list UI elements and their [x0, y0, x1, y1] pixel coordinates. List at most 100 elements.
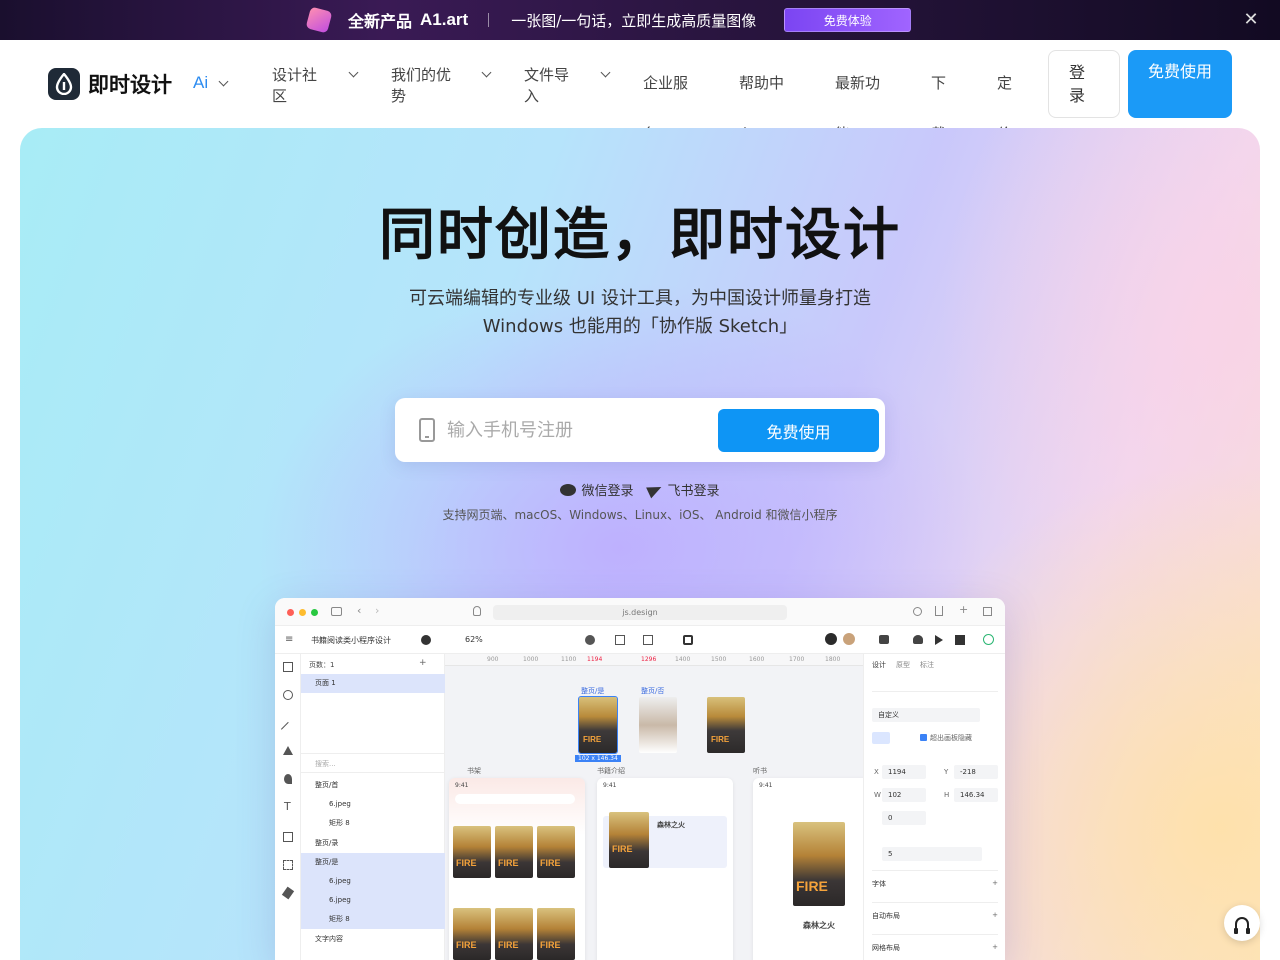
frame-tool-icon[interactable]: [283, 662, 293, 672]
frame-thumbnail[interactable]: FIRE: [707, 697, 745, 753]
tab-prototype[interactable]: 原型: [896, 660, 910, 670]
layer-row[interactable]: 矩形 8: [301, 910, 445, 929]
font-section[interactable]: 字体 +: [872, 870, 998, 889]
promo-try-button[interactable]: 免费体验: [784, 8, 912, 32]
height-input[interactable]: 146.34: [954, 788, 998, 802]
signup-button[interactable]: 免费使用: [1128, 50, 1232, 118]
project-name[interactable]: 书籍阅读类小程序设计: [311, 635, 391, 646]
cover-text: FIRE: [711, 735, 730, 744]
text-tool-icon[interactable]: T: [284, 800, 291, 813]
ellipse-tool-icon[interactable]: [283, 690, 293, 700]
cover-text: FIRE: [456, 858, 477, 868]
close-dot-icon: [287, 609, 294, 616]
align-toolbar[interactable]: [872, 682, 998, 692]
ruler-mark: 1296: [641, 656, 657, 663]
users-icon: [913, 635, 923, 644]
corner-radius-input[interactable]: 5: [882, 847, 982, 861]
login-button[interactable]: 登录: [1048, 50, 1120, 118]
feishu-login-link[interactable]: 飞书登录: [645, 480, 720, 499]
brush-tool-icon[interactable]: [281, 886, 295, 900]
layer-label: 6.jpeg: [329, 896, 351, 904]
ruler-mark: 1700: [789, 656, 805, 663]
triangle-tool-icon[interactable]: [283, 746, 293, 755]
image-tool-icon[interactable]: [283, 832, 293, 842]
layer-row[interactable]: 整页/首: [301, 776, 445, 795]
promo-title: 全新产品: [348, 12, 413, 31]
cover-text: FIRE: [540, 940, 561, 950]
paper-plane-icon: [645, 481, 664, 498]
promo-brand[interactable]: A1.art: [420, 10, 468, 30]
status-time: 9:41: [455, 782, 469, 789]
book-cover: FIRE: [537, 826, 575, 878]
section-title: 自动布局: [872, 912, 900, 920]
layers-panel: 页数：1 + 页面 1 搜索... 整页/首 6.jpeg 矩形 8 整页/录 …: [301, 654, 445, 960]
tab-annotate[interactable]: 标注: [920, 660, 934, 670]
logo-icon: [48, 68, 80, 100]
free-use-button[interactable]: 免费使用: [718, 409, 879, 452]
layer-row[interactable]: 整页/录: [301, 834, 445, 853]
portrait-icon[interactable]: [872, 732, 890, 744]
nav-item-advantages[interactable]: 我们的优势: [391, 65, 492, 107]
add-page-icon[interactable]: +: [419, 658, 427, 668]
y-input[interactable]: -218: [954, 765, 998, 779]
plus-icon[interactable]: +: [992, 911, 998, 919]
constraint-select[interactable]: 自定义: [872, 708, 980, 722]
page-item[interactable]: 页面 1: [301, 674, 445, 693]
layer-label: 整页/录: [315, 839, 339, 847]
phone-icon: [419, 418, 435, 442]
grid-layout-section[interactable]: 网格布局 +: [872, 934, 998, 953]
layer-row[interactable]: 6.jpeg: [301, 891, 445, 910]
x-value: 1194: [888, 768, 906, 776]
x-input[interactable]: 1194: [882, 765, 926, 779]
nav-item-community[interactable]: 设计社区: [272, 65, 359, 107]
book-cover: FIRE: [453, 908, 491, 960]
close-icon[interactable]: ✕: [1241, 10, 1261, 30]
avatar: [843, 633, 855, 645]
layer-row[interactable]: 矩形 8: [301, 814, 445, 833]
corner-radius-value: 5: [888, 850, 893, 858]
site-logo[interactable]: 即时设计: [48, 68, 172, 100]
tab-design[interactable]: 设计: [872, 660, 886, 670]
y-value: -218: [960, 768, 976, 776]
book-cover: FIRE: [495, 826, 533, 878]
book-cover: FIRE: [495, 908, 533, 960]
layer-row[interactable]: 6.jpeg: [301, 872, 445, 891]
layer-row[interactable]: 6.jpeg: [301, 795, 445, 814]
pen-tool-icon[interactable]: [284, 774, 292, 784]
width-value: 102: [888, 791, 902, 799]
cover-text: FIRE: [498, 858, 519, 868]
auto-layout-section[interactable]: 自动布局 +: [872, 902, 998, 921]
constraint-value: 自定义: [878, 711, 899, 719]
audio-book-screen[interactable]: 9:41 FIRE 森林之火: [753, 778, 863, 960]
frame-thumbnail[interactable]: [639, 697, 677, 753]
frame-label: 书籍介绍: [597, 767, 625, 775]
layer-search-input[interactable]: 搜索...: [301, 753, 445, 773]
slice-tool-icon[interactable]: [283, 860, 293, 870]
layer-row[interactable]: 整页/是: [301, 853, 445, 872]
line-tool-icon[interactable]: [280, 721, 296, 737]
wechat-login-link[interactable]: 微信登录: [560, 480, 634, 499]
cover-text: FIRE: [456, 940, 477, 950]
rotation-input[interactable]: 0: [882, 811, 926, 825]
nav-item-label: 设计社区: [272, 66, 318, 105]
bookshelf-screen[interactable]: 9:41 FIRE FIRE FIRE FIRE FIRE FIRE: [449, 778, 585, 960]
zoom-level[interactable]: 62%: [465, 635, 483, 644]
width-input[interactable]: 102: [882, 788, 926, 802]
plus-icon[interactable]: +: [992, 943, 998, 951]
hero-subtitle-secondary: Windows 也能用的「协作版 Sketch」: [482, 316, 798, 337]
book-cover: FIRE: [537, 908, 575, 960]
promo-banner: 全新产品 A1.art 一张图/一句话，立即生成高质量图像 免费体验 ✕: [0, 0, 1280, 40]
forward-icon: ›: [375, 604, 380, 617]
ai-menu[interactable]: Ai: [193, 73, 229, 93]
nav-item-import[interactable]: 文件导入: [524, 65, 611, 107]
design-canvas[interactable]: 900 1000 1100 1194 1296 1400 1500 1600 1…: [445, 654, 863, 960]
hero-section: 同时创造，即时设计 可云端编辑的专业级 UI 设计工具，为中国设计师量身打造 W…: [20, 128, 1260, 960]
book-detail-screen[interactable]: 9:41 FIRE 森林之火: [597, 778, 733, 960]
checkbox[interactable]: [920, 734, 927, 741]
cover-text: FIRE: [796, 878, 828, 894]
plus-icon[interactable]: +: [992, 879, 998, 887]
layer-row[interactable]: 文字内容: [301, 930, 445, 949]
selected-frame[interactable]: FIRE: [578, 696, 618, 754]
phone-input[interactable]: [447, 415, 707, 445]
customer-support-button[interactable]: [1224, 905, 1260, 941]
